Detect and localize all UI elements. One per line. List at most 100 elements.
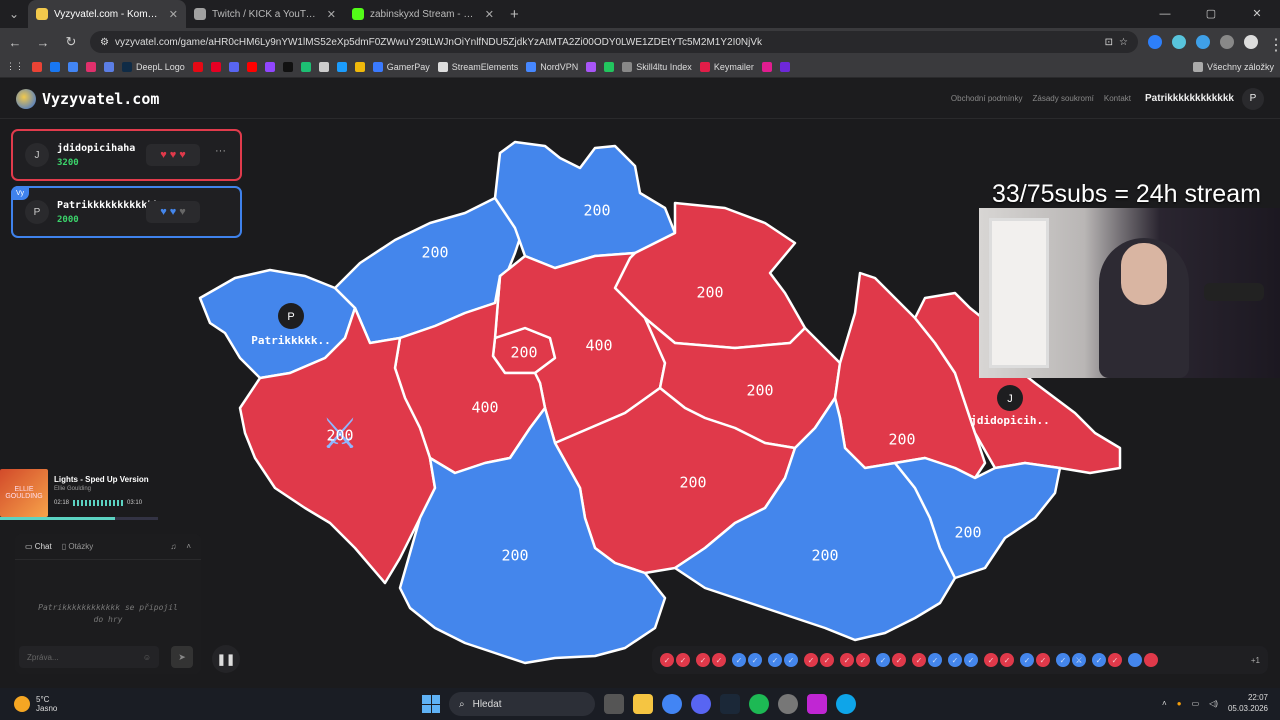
forward-icon[interactable]: →	[34, 35, 52, 50]
browser-tab[interactable]: Vyzyvatel.com - Komunitní vědo ✕	[28, 0, 186, 28]
chevron-up-icon[interactable]: ˄	[186, 542, 191, 551]
new-tab-button[interactable]: +	[502, 6, 527, 23]
close-tab-icon[interactable]: ✕	[485, 8, 494, 21]
obs-icon[interactable]	[778, 694, 798, 714]
tab-chat[interactable]: ▭ Chat	[25, 542, 52, 551]
bookmark-icon[interactable]	[228, 61, 239, 72]
bookmark-nordvpn[interactable]: NordVPN	[526, 61, 578, 72]
bookmark-icon[interactable]	[282, 61, 293, 72]
extensions: ⋮	[1148, 35, 1280, 54]
profile-icon[interactable]	[1244, 35, 1258, 49]
bookmark-icon[interactable]	[354, 61, 365, 72]
check-icon: ✓	[1056, 653, 1070, 667]
spotify-icon[interactable]	[749, 694, 769, 714]
bookmark-icon[interactable]	[318, 61, 329, 72]
weather-icon	[14, 696, 30, 712]
history-more[interactable]: +1	[1251, 656, 1260, 665]
mic-icon[interactable]: ●	[1177, 699, 1182, 708]
bookmark-deepl[interactable]: DeepL Logo	[122, 61, 185, 72]
check-icon: ✓	[712, 653, 726, 667]
all-bookmarks[interactable]: Všechny záložky	[1192, 61, 1274, 72]
volume-icon[interactable]: ◁)	[1209, 699, 1218, 708]
close-tab-icon[interactable]: ✕	[169, 8, 178, 21]
bookmark-icon[interactable]	[300, 61, 311, 72]
tab-questions[interactable]: ▯ Otázky	[62, 542, 94, 551]
bookmark-icon[interactable]	[586, 61, 597, 72]
chat-input[interactable]: Zpráva... ☺	[19, 646, 159, 668]
start-icon[interactable]	[422, 695, 440, 713]
discord-icon[interactable]	[691, 694, 711, 714]
bookmark-icon[interactable]	[32, 61, 42, 72]
taskbar-search[interactable]: ⌕ Hledat	[449, 692, 595, 716]
bookmark-icon[interactable]	[50, 61, 60, 72]
extension-icon[interactable]	[1148, 35, 1162, 49]
bookmark-icon[interactable]	[68, 61, 78, 72]
track-title: Lights - Sped Up Version	[54, 475, 149, 484]
chat-icon: ▭	[25, 542, 33, 551]
back-icon[interactable]: ←	[6, 35, 24, 50]
send-button[interactable]: ➤	[171, 646, 193, 668]
history-round: ✓ ✓	[804, 653, 834, 667]
install-icon[interactable]: ⊡	[1105, 37, 1113, 48]
check-icon: ✓	[820, 653, 834, 667]
site-info-icon[interactable]: ⚙	[100, 37, 109, 48]
puzzle-icon[interactable]	[1220, 35, 1234, 49]
bookmark-icon[interactable]	[192, 61, 203, 72]
bookmark-icon[interactable]	[246, 61, 257, 72]
webcam-overlay	[979, 208, 1280, 378]
weather-widget[interactable]: 5°C Jasno	[0, 695, 200, 713]
bookmark-icon[interactable]	[779, 61, 790, 72]
check-icon: ✓	[784, 653, 798, 667]
link-contact[interactable]: Kontakt	[1104, 94, 1131, 103]
pause-button[interactable]: ❚❚	[212, 645, 240, 673]
close-window-icon[interactable]: ✕	[1234, 0, 1280, 28]
bookmark-skill4ltu[interactable]: Skill4ltu Index	[622, 61, 692, 72]
close-tab-icon[interactable]: ✕	[327, 8, 336, 21]
app-icon[interactable]	[807, 694, 827, 714]
album-cover: ELLIE GOULDING	[0, 469, 48, 517]
steam-icon[interactable]	[720, 694, 740, 714]
header-username[interactable]: Patrikkkkkkkkkkkk	[1145, 93, 1234, 104]
bookmark-icon[interactable]	[336, 61, 347, 72]
bookmark-gamerpay[interactable]: GamerPay	[372, 61, 430, 72]
favicon-icon	[194, 8, 206, 20]
menu-icon[interactable]: ⋮	[1268, 35, 1280, 54]
bookmark-star-icon[interactable]: ☆	[1119, 37, 1128, 48]
bookmark-icon[interactable]	[264, 61, 275, 72]
minimize-icon[interactable]: —	[1142, 0, 1188, 28]
clock[interactable]: 22:07 05.03.2026	[1228, 692, 1268, 714]
apps-icon[interactable]: ⋮⋮	[6, 61, 24, 72]
base-label: jdidopicih..	[970, 414, 1049, 427]
network-icon[interactable]: ▭	[1192, 699, 1200, 708]
address-bar: ← → ↻ ⚙ vyzyvatel.com/game/aHR0cHM6Ly9nY…	[0, 28, 1280, 56]
browser-tab[interactable]: Twitch / KICK a YouTube | Vyzyv ✕	[186, 0, 344, 28]
bookmark-keymailer[interactable]: Keymailer	[699, 61, 754, 72]
bookmark-icon[interactable]	[104, 61, 114, 72]
reload-icon[interactable]: ↻	[62, 34, 80, 50]
browser-tab[interactable]: zabinskyxd Stream - Watch Live ✕	[344, 0, 502, 28]
bookmark-icon[interactable]	[604, 61, 615, 72]
track-total: 03:10	[127, 500, 143, 506]
bell-icon[interactable]: ♫	[170, 542, 176, 551]
link-terms[interactable]: Obchodní podmínky	[951, 94, 1023, 103]
taskview-icon[interactable]	[604, 694, 624, 714]
bookmark-icon[interactable]	[761, 61, 772, 72]
bookmark-icon[interactable]	[210, 61, 221, 72]
check-icon: ✓	[748, 653, 762, 667]
emoji-icon[interactable]: ☺	[143, 653, 151, 662]
tab-search-icon[interactable]: ⌄	[0, 0, 28, 28]
url-field[interactable]: ⚙ vyzyvatel.com/game/aHR0cHM6Ly9nYW1lMS5…	[90, 31, 1138, 53]
maximize-icon[interactable]: ▢	[1188, 0, 1234, 28]
extension-icon[interactable]	[1196, 35, 1210, 49]
chrome-icon[interactable]	[662, 694, 682, 714]
explorer-icon[interactable]	[633, 694, 653, 714]
chevron-up-icon[interactable]: ˄	[1162, 699, 1167, 708]
avatar[interactable]: P	[1242, 87, 1264, 110]
edge-icon[interactable]	[836, 694, 856, 714]
site-logo[interactable]: Vyzyvatel.com	[16, 88, 159, 109]
extension-icon[interactable]	[1172, 35, 1186, 49]
bookmark-icon[interactable]	[86, 61, 96, 72]
bookmark-streamelements[interactable]: StreamElements	[437, 61, 518, 72]
battle-icon: ⚔	[1072, 653, 1086, 667]
link-privacy[interactable]: Zásady soukromí	[1033, 94, 1094, 103]
